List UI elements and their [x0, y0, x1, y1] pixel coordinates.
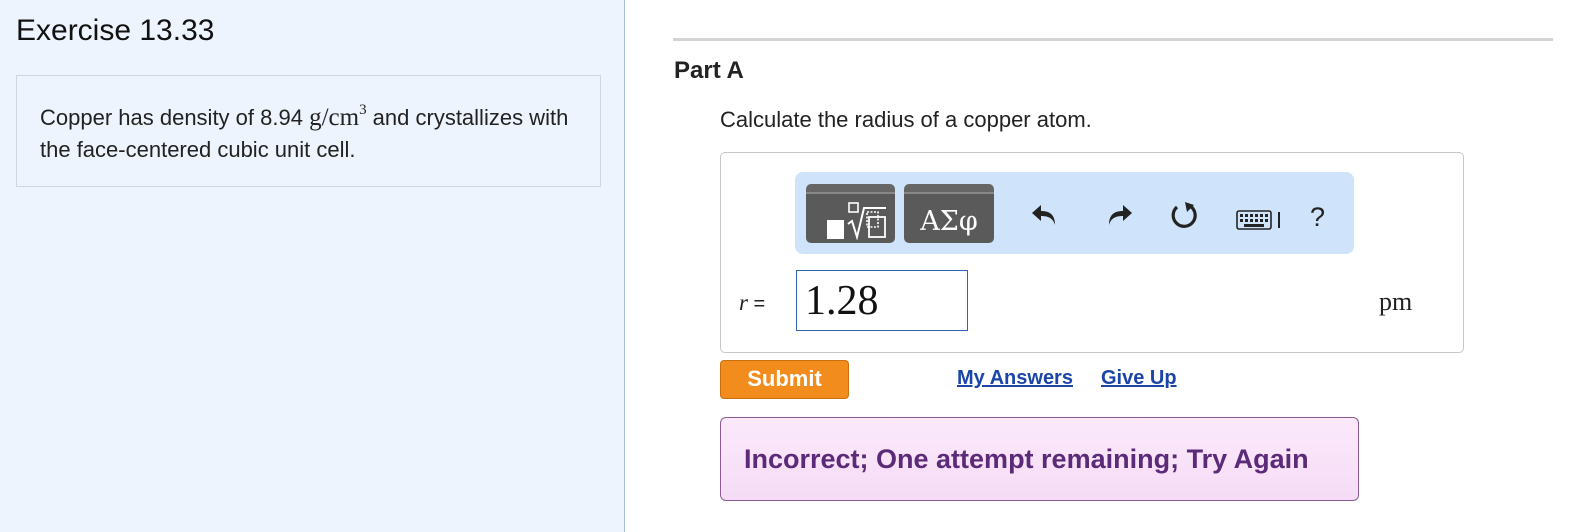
redo-icon[interactable] — [1103, 199, 1135, 231]
templates-button[interactable] — [806, 184, 895, 243]
help-icon[interactable]: ? — [1310, 202, 1342, 234]
exercise-title: Exercise 13.33 — [16, 14, 215, 47]
feedback-message: Incorrect; One attempt remaining; Try Ag… — [720, 417, 1359, 501]
problem-statement: Copper has density of 8.94 g/cm3 and cry… — [16, 75, 601, 187]
problem-text-before: Copper has density of 8.94 — [40, 105, 310, 130]
part-panel: Part A Calculate the radius of a copper … — [626, 0, 1578, 532]
answer-input[interactable]: 1.28 — [796, 270, 968, 331]
exercise-panel: Exercise 13.33 Copper has density of 8.9… — [0, 0, 625, 532]
reset-icon[interactable] — [1168, 199, 1200, 231]
my-answers-link[interactable]: My Answers — [957, 367, 1073, 390]
density-units-base: g/cm — [309, 104, 360, 131]
variable-label: r = — [739, 290, 765, 316]
unit-label: pm — [1379, 287, 1413, 316]
undo-icon[interactable] — [1029, 199, 1061, 231]
question-text: Calculate the radius of a copper atom. — [720, 107, 1092, 132]
part-title: Part A — [674, 57, 744, 84]
variable-symbol: r — [739, 290, 748, 315]
keyboard-icon[interactable] — [1236, 210, 1284, 230]
math-toolbar: ΑΣφ ? — [795, 172, 1354, 254]
section-divider — [673, 38, 1553, 41]
answer-box: ΑΣφ ? r = 1.28 pm — [720, 152, 1464, 353]
equals-sign: = — [753, 293, 766, 315]
button-strip — [904, 192, 994, 194]
greek-symbols-label: ΑΣφ — [920, 206, 978, 237]
template-box-icon — [827, 220, 844, 239]
greek-symbols-button[interactable]: ΑΣφ — [904, 184, 994, 243]
density-units: g/cm3 — [309, 102, 367, 132]
submit-button[interactable]: Submit — [720, 360, 849, 399]
density-units-exponent: 3 — [359, 102, 367, 118]
give-up-link[interactable]: Give Up — [1101, 367, 1177, 390]
button-strip — [806, 192, 895, 194]
templates-icon — [847, 202, 886, 240]
